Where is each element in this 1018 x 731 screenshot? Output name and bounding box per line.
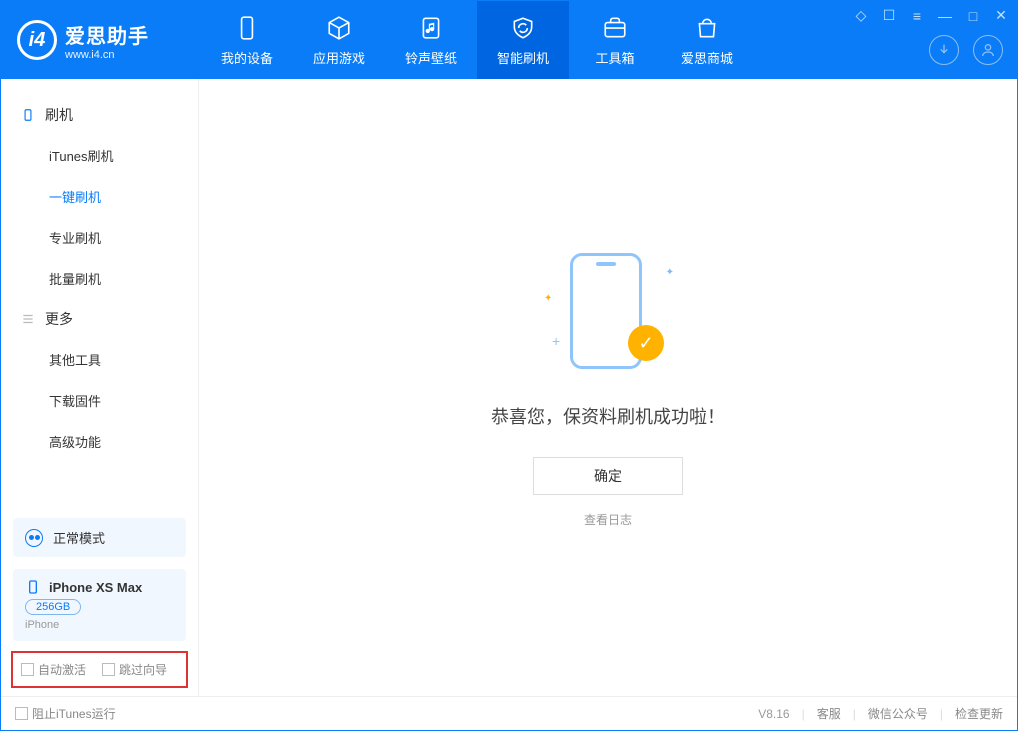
- checkbox-auto-activate[interactable]: 自动激活: [21, 661, 86, 678]
- device-capacity: 256GB: [25, 599, 81, 615]
- mode-icon: [25, 529, 43, 547]
- bag-icon: [693, 14, 721, 42]
- cube-icon: [325, 14, 353, 42]
- wechat-link[interactable]: 微信公众号: [868, 705, 928, 722]
- tab-smart-flash[interactable]: 智能刷机: [477, 1, 569, 79]
- sidebar-item-oneclick-flash[interactable]: 一键刷机: [1, 176, 198, 217]
- device-type: iPhone: [25, 619, 59, 631]
- version-label: V8.16: [758, 707, 789, 721]
- success-message: 恭喜您，保资料刷机成功啦！: [491, 403, 725, 429]
- main-tabs: 我的设备 应用游戏 铃声壁纸 智能刷机 工具箱 爱思商城: [201, 1, 753, 79]
- skin-icon[interactable]: ◇: [853, 7, 869, 24]
- tab-apps[interactable]: 应用游戏: [293, 1, 385, 79]
- list-icon: [21, 312, 35, 326]
- ok-button[interactable]: 确定: [533, 457, 683, 495]
- mode-label: 正常模式: [53, 528, 105, 547]
- status-bar: 阻止iTunes运行 V8.16 | 客服 | 微信公众号 | 检查更新: [1, 696, 1017, 730]
- checkbox-skip-guide[interactable]: 跳过向导: [102, 661, 167, 678]
- mode-card[interactable]: 正常模式: [13, 518, 186, 557]
- download-button[interactable]: [929, 35, 959, 65]
- sidebar-item-other-tools[interactable]: 其他工具: [1, 339, 198, 380]
- briefcase-icon: [601, 14, 629, 42]
- minimize-button[interactable]: ―: [937, 8, 953, 24]
- sidebar-item-download-firmware[interactable]: 下载固件: [1, 380, 198, 421]
- device-name: iPhone XS Max: [49, 580, 142, 595]
- checkmark-icon: ✓: [628, 325, 664, 361]
- sidebar-item-itunes-flash[interactable]: iTunes刷机: [1, 135, 198, 176]
- main-content: ✦ ✦ + ✓ 恭喜您，保资料刷机成功啦！ 确定 查看日志: [199, 79, 1017, 696]
- app-title: 爱思助手: [65, 20, 149, 49]
- phone-icon: [21, 108, 35, 122]
- sidebar-item-batch-flash[interactable]: 批量刷机: [1, 258, 198, 299]
- device-phone-icon: [25, 579, 41, 595]
- logo-icon: i4: [17, 20, 57, 60]
- sidebar-group-more: 更多: [1, 299, 198, 339]
- support-link[interactable]: 客服: [817, 705, 841, 722]
- tab-my-device[interactable]: 我的设备: [201, 1, 293, 79]
- tab-ringtone[interactable]: 铃声壁纸: [385, 1, 477, 79]
- highlighted-checkbox-row: 自动激活 跳过向导: [11, 651, 188, 688]
- sidebar-item-advanced[interactable]: 高级功能: [1, 421, 198, 462]
- feedback-icon[interactable]: ☐: [881, 7, 897, 24]
- tab-store[interactable]: 爱思商城: [661, 1, 753, 79]
- title-bar: i4 爱思助手 www.i4.cn 我的设备 应用游戏 铃声壁纸 智能刷机: [1, 1, 1017, 79]
- window-controls: ◇ ☐ ≡ ― □ ✕: [853, 7, 1009, 24]
- sidebar-item-pro-flash[interactable]: 专业刷机: [1, 217, 198, 258]
- close-button[interactable]: ✕: [993, 7, 1009, 24]
- sidebar-group-flash: 刷机: [1, 95, 198, 135]
- checkbox-block-itunes[interactable]: 阻止iTunes运行: [15, 705, 116, 722]
- check-update-link[interactable]: 检查更新: [955, 705, 1003, 722]
- music-note-icon: [417, 14, 445, 42]
- device-card[interactable]: iPhone XS Max 256GB iPhone: [13, 569, 186, 641]
- phone-icon: [233, 14, 261, 42]
- logo: i4 爱思助手 www.i4.cn: [1, 1, 201, 79]
- menu-icon[interactable]: ≡: [909, 8, 925, 24]
- success-illustration: ✦ ✦ + ✓: [538, 247, 678, 377]
- sidebar: 刷机 iTunes刷机 一键刷机 专业刷机 批量刷机 更多 其他工具 下载固件 …: [1, 79, 199, 696]
- refresh-shield-icon: [509, 14, 537, 42]
- user-button[interactable]: [973, 35, 1003, 65]
- maximize-button[interactable]: □: [965, 8, 981, 24]
- app-subtitle: www.i4.cn: [65, 49, 149, 61]
- tab-toolbox[interactable]: 工具箱: [569, 1, 661, 79]
- view-log-link[interactable]: 查看日志: [584, 511, 632, 528]
